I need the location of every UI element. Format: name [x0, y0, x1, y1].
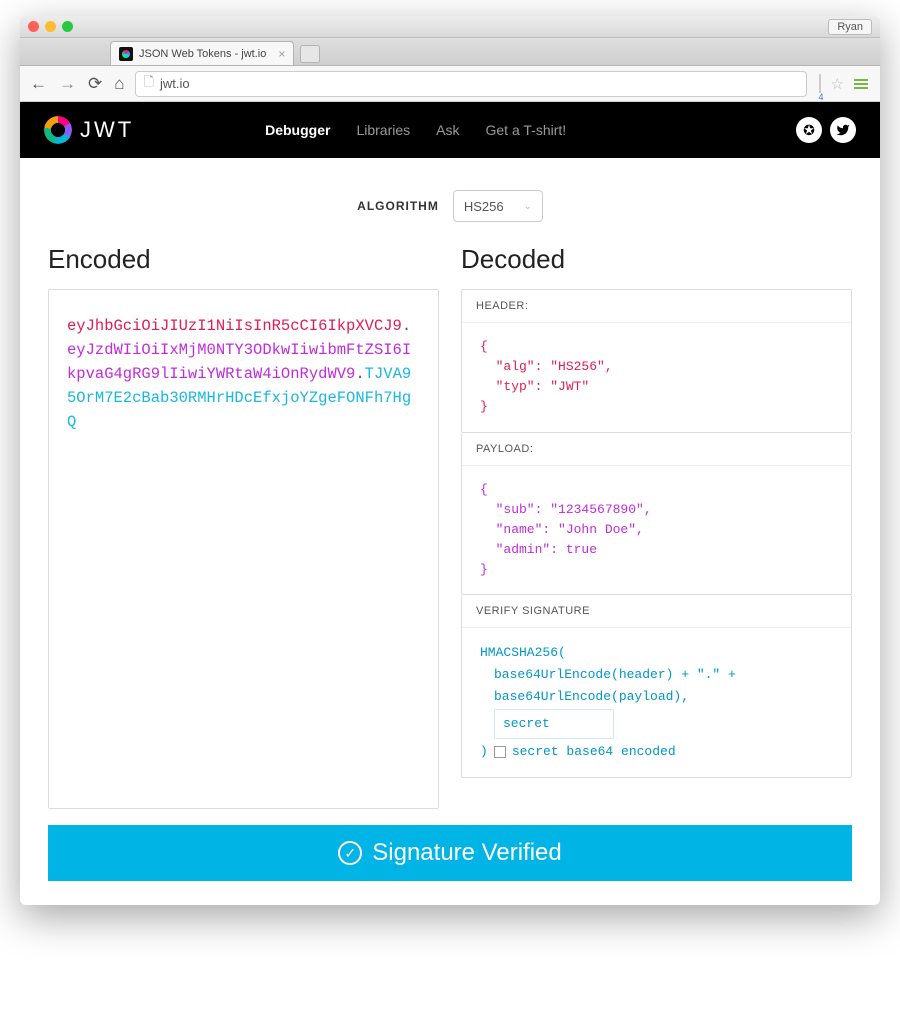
window-maximize-button[interactable] — [62, 21, 73, 32]
header-section: HEADER: { "alg": "HS256", "typ": "JWT" } — [461, 289, 852, 433]
home-button[interactable]: ⌂ — [112, 74, 126, 94]
profile-chip[interactable]: Ryan — [828, 19, 872, 35]
new-tab-button[interactable] — [300, 45, 320, 63]
menu-button[interactable] — [854, 79, 868, 89]
base64-checkbox-label: secret base64 encoded — [512, 741, 676, 763]
nav-ask[interactable]: Ask — [436, 122, 459, 138]
reload-button[interactable]: ⟳ — [86, 74, 104, 94]
translate-extension-icon[interactable]: 4 — [819, 75, 821, 93]
decoded-heading: Decoded — [461, 244, 852, 275]
sig-line-1: HMACSHA256( — [480, 642, 833, 664]
browser-toolbar: ← → ⟳ ⌂ 🗋 jwt.io 4 ☆ — [20, 66, 880, 102]
bookmark-star-icon[interactable]: ☆ — [831, 75, 844, 93]
payload-label: PAYLOAD: — [462, 433, 851, 466]
algorithm-select[interactable]: HS256 ⌄ — [453, 190, 543, 222]
browser-tab[interactable]: JSON Web Tokens - jwt.io × — [110, 41, 294, 65]
verify-section: VERIFY SIGNATURE HMACSHA256( base64UrlEn… — [461, 595, 852, 777]
base64-checkbox[interactable] — [494, 746, 506, 758]
toolbar-right: 4 ☆ — [815, 75, 872, 93]
tab-close-icon[interactable]: × — [278, 48, 285, 60]
window-titlebar: Ryan — [20, 16, 880, 38]
back-button[interactable]: ← — [28, 74, 49, 94]
tab-strip: JSON Web Tokens - jwt.io × — [20, 38, 880, 66]
tab-title: JSON Web Tokens - jwt.io — [139, 48, 266, 60]
main-nav: Debugger Libraries Ask Get a T-shirt! — [265, 122, 566, 138]
logo-text: JWT — [80, 117, 134, 143]
sig-line-5: ) — [480, 741, 488, 763]
url-text: jwt.io — [160, 76, 190, 91]
signature-verified-bar: ✓ Signature Verified — [48, 825, 852, 881]
content-area: ALGORITHM HS256 ⌄ Encoded eyJhbGciOiJIUz… — [20, 158, 880, 905]
decoded-pane: Decoded HEADER: { "alg": "HS256", "typ":… — [461, 244, 852, 809]
sig-line-2: base64UrlEncode(header) + "." + — [480, 664, 833, 686]
logo[interactable]: JWT — [44, 116, 134, 144]
verify-label: VERIFY SIGNATURE — [462, 595, 851, 628]
algorithm-label: ALGORITHM — [357, 199, 439, 213]
address-bar[interactable]: 🗋 jwt.io — [135, 71, 807, 97]
social-links: ✪ — [796, 117, 856, 143]
window-close-button[interactable] — [28, 21, 39, 32]
nav-debugger[interactable]: Debugger — [265, 122, 330, 138]
encoded-heading: Encoded — [48, 244, 439, 275]
jwt-header-segment: eyJhbGciOiJIUzI1NiIsInR5cCI6IkpXVCJ9 — [67, 317, 402, 335]
algorithm-row: ALGORITHM HS256 ⌄ — [48, 190, 852, 222]
payload-section: PAYLOAD: { "sub": "1234567890", "name": … — [461, 433, 852, 596]
payload-json[interactable]: { "sub": "1234567890", "name": "John Doe… — [462, 466, 851, 595]
verify-text: Signature Verified — [372, 839, 561, 867]
logo-icon — [44, 116, 72, 144]
encoded-pane: Encoded eyJhbGciOiJIUzI1NiIsInR5cCI6IkpX… — [48, 244, 439, 809]
header-json[interactable]: { "alg": "HS256", "typ": "JWT" } — [462, 323, 851, 432]
window-minimize-button[interactable] — [45, 21, 56, 32]
algorithm-value: HS256 — [464, 199, 504, 214]
sig-line-3: base64UrlEncode(payload), — [480, 686, 833, 708]
twitter-icon[interactable] — [830, 117, 856, 143]
check-icon: ✓ — [338, 841, 362, 865]
browser-window: Ryan JSON Web Tokens - jwt.io × ← → ⟳ ⌂ … — [20, 16, 880, 905]
nav-libraries[interactable]: Libraries — [356, 122, 410, 138]
favicon-icon — [119, 47, 133, 61]
chevron-down-icon: ⌄ — [523, 201, 531, 212]
auth0-icon[interactable]: ✪ — [796, 117, 822, 143]
secret-input[interactable] — [494, 709, 614, 739]
header-label: HEADER: — [462, 290, 851, 323]
site-header: JWT Debugger Libraries Ask Get a T-shirt… — [20, 102, 880, 158]
forward-button[interactable]: → — [57, 74, 78, 94]
page-icon: 🗋 — [144, 73, 154, 95]
nav-tshirt[interactable]: Get a T-shirt! — [486, 122, 567, 138]
encoded-textarea[interactable]: eyJhbGciOiJIUzI1NiIsInR5cCI6IkpXVCJ9.eyJ… — [48, 289, 439, 809]
signature-formula: HMACSHA256( base64UrlEncode(header) + ".… — [462, 628, 851, 776]
